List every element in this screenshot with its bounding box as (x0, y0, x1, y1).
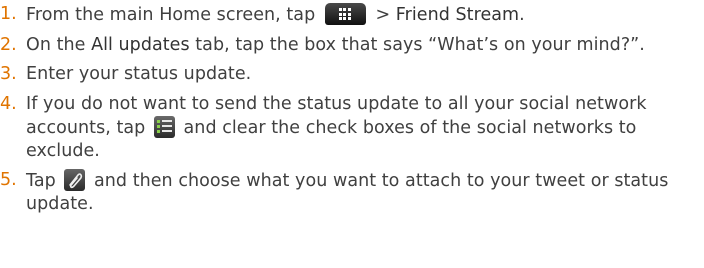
step-text: > (369, 5, 396, 25)
friend-stream-label: Friend Stream (395, 5, 520, 25)
step-number: 3. (0, 64, 17, 84)
step-text: and then choose what you want to attach … (26, 171, 669, 214)
step-text: tab, tap the box that says “What’s on yo… (189, 34, 645, 55)
steps-list: 1. From the main Home screen, tap > Frie… (0, 3, 696, 216)
all-apps-icon (324, 3, 366, 25)
step-4: 4. If you do not want to send the status… (0, 93, 696, 163)
step-text: From the main Home screen, tap (26, 5, 321, 25)
step-3: 3. Enter your status update. (0, 63, 696, 86)
step-text: On the (26, 34, 92, 55)
all-updates-label: All updates (91, 34, 190, 55)
step-number: 5. (0, 170, 17, 190)
step-number: 4. (0, 93, 17, 114)
step-1: 1. From the main Home screen, tap > Frie… (0, 3, 696, 27)
instructions-page: 1. From the main Home screen, tap > Frie… (0, 3, 704, 268)
step-text: Tap (26, 171, 62, 191)
attach-icon (64, 169, 86, 191)
step-text: Enter your status update. (26, 64, 252, 84)
step-2: 2. On the All updates tab, tap the box t… (0, 34, 696, 57)
step-5: 5. Tap and then choose what you want to … (0, 169, 696, 216)
step-number: 1. (0, 4, 17, 24)
step-number: 2. (0, 34, 17, 55)
step-text: . (519, 5, 525, 25)
network-selection-icon (153, 115, 175, 138)
